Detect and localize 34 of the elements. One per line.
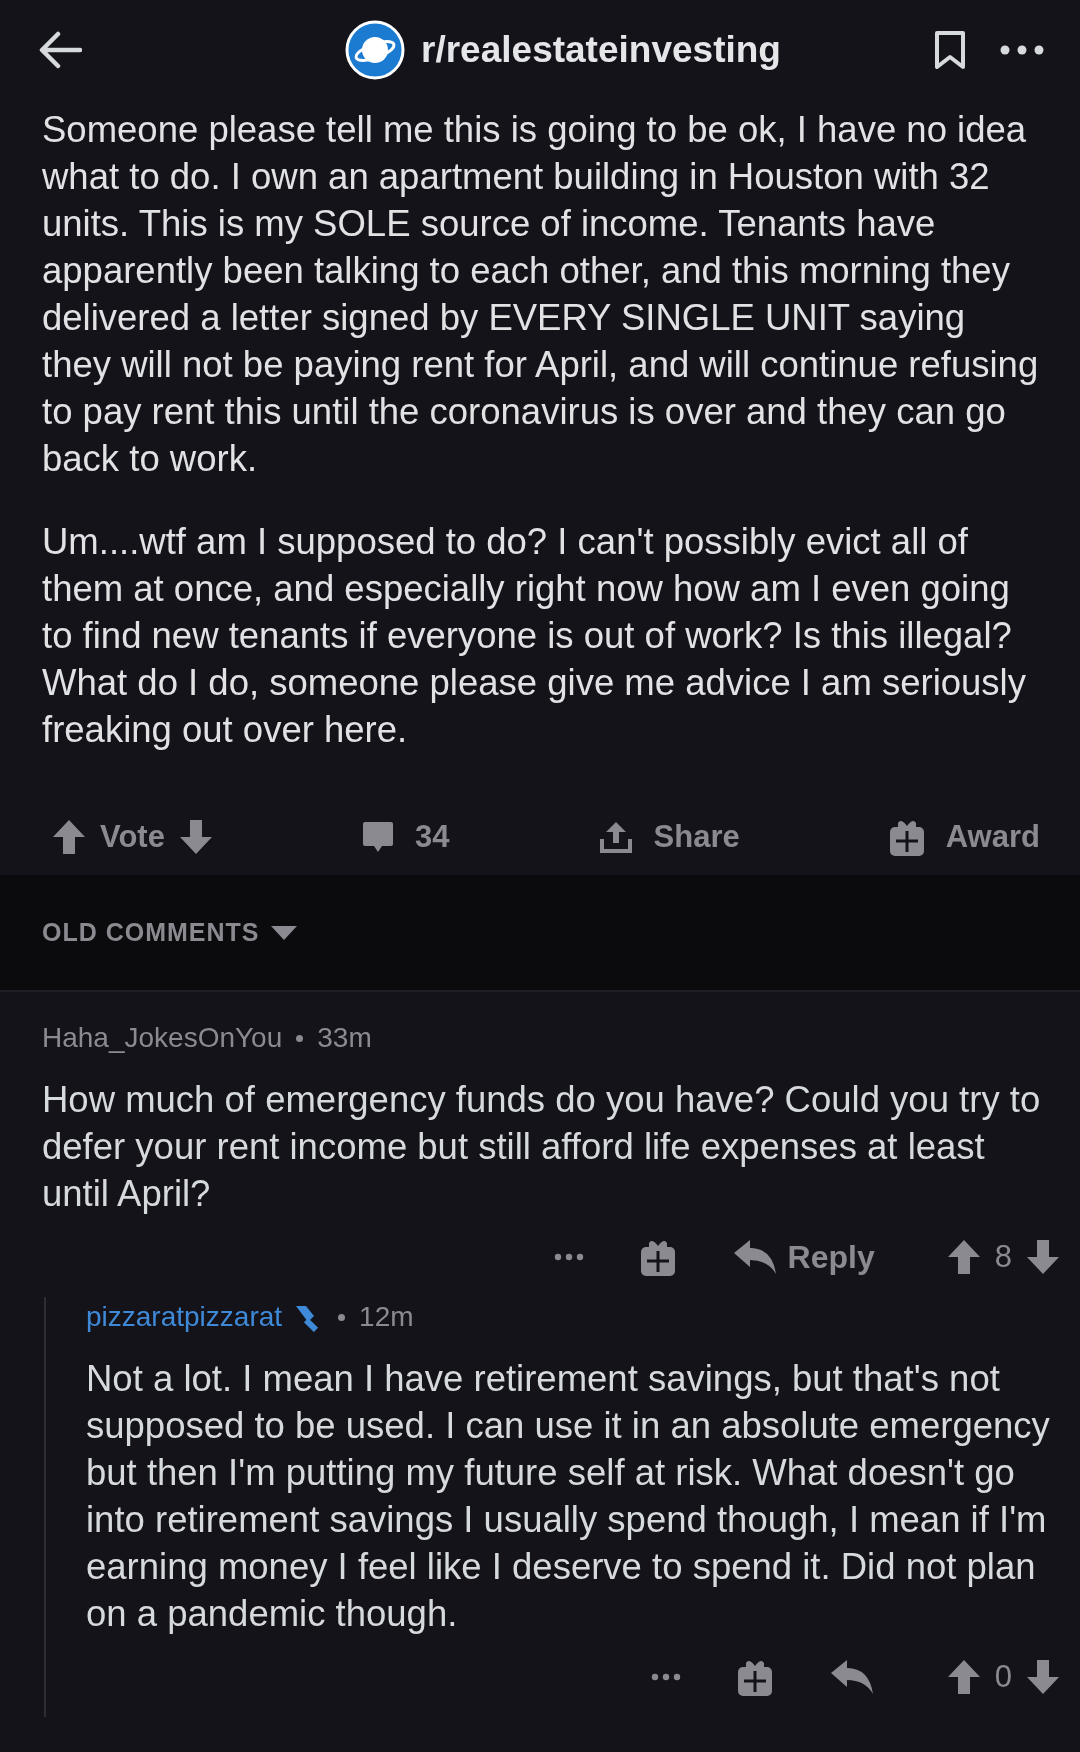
award-button[interactable]: Award	[887, 817, 1040, 857]
comments-button[interactable]: 34	[360, 819, 450, 855]
comment-author[interactable]: pizzaratpizzarat	[86, 1301, 283, 1333]
separator-dot	[338, 1313, 346, 1321]
downvote-icon[interactable]	[1026, 1238, 1060, 1276]
share-icon[interactable]	[597, 819, 634, 855]
subreddit-name[interactable]: r/realestateinvesting	[421, 29, 781, 71]
vote-score: 0	[994, 1659, 1012, 1695]
upvote-icon[interactable]	[946, 1658, 981, 1696]
comment-author[interactable]: Haha_JokesOnYou	[42, 1022, 283, 1054]
back-icon[interactable]	[38, 30, 82, 70]
comment-icon[interactable]	[360, 820, 395, 854]
bookmark-icon[interactable]	[934, 30, 966, 70]
post-text: Someone please tell me this is going to be ok, I have no idea what to do. I own an apartment building in Houston with 32 units. This is my SOLE source of income. Tenants have apparently been talking to each other, and this morning they delivered a letter signed by EVERY SINGLE UNIT saying they will not be paying rent for April, and will continue refusing to pay rent this until the coronavirus is over and they can go back to work.	[42, 108, 1040, 481]
comment-text: How much of emergency funds do you have? Could you try to defer your rent income but still afford life expenses at least until April?	[42, 1078, 1042, 1216]
sort-dropdown[interactable]: OLD COMMENTS	[42, 918, 298, 947]
share-button[interactable]: Share	[597, 819, 740, 855]
comment-time: 33m	[317, 1022, 372, 1054]
more-icon[interactable]	[650, 1673, 681, 1681]
downvote-icon[interactable]	[1026, 1658, 1060, 1696]
post-text: Um....wtf am I supposed to do? I can't possibly evict all of them at once, and especially right now how am I even going to find new tenants if everyone is out of work? Is this illegal? What do I do, someone please give me advice I am seriously freaking out over here.	[42, 520, 1027, 752]
upvote-icon[interactable]	[946, 1238, 981, 1276]
comment-text: Not a lot. I mean I have retirement savings, but that's not supposed to be used. I can use it in an absolute emergency but then I'm putting my future self at risk. What doesn't go into retirement savings I usually spend though, I mean if I'm earning money I feel like I deserve to spend it. Did not plan on a pandemic though.	[86, 1357, 1051, 1636]
downvote-icon[interactable]	[178, 818, 213, 856]
caret-icon	[269, 924, 298, 941]
more-icon[interactable]	[1000, 45, 1044, 55]
separator-dot	[296, 1034, 304, 1042]
upvote-icon[interactable]	[52, 818, 86, 856]
comment-time: 12m	[359, 1301, 414, 1333]
more-icon[interactable]	[553, 1253, 584, 1261]
planet-icon	[345, 20, 406, 80]
reply-button[interactable]: Reply	[731, 1238, 875, 1276]
vote-label: Vote	[100, 819, 165, 855]
vote-score: 8	[994, 1239, 1012, 1275]
